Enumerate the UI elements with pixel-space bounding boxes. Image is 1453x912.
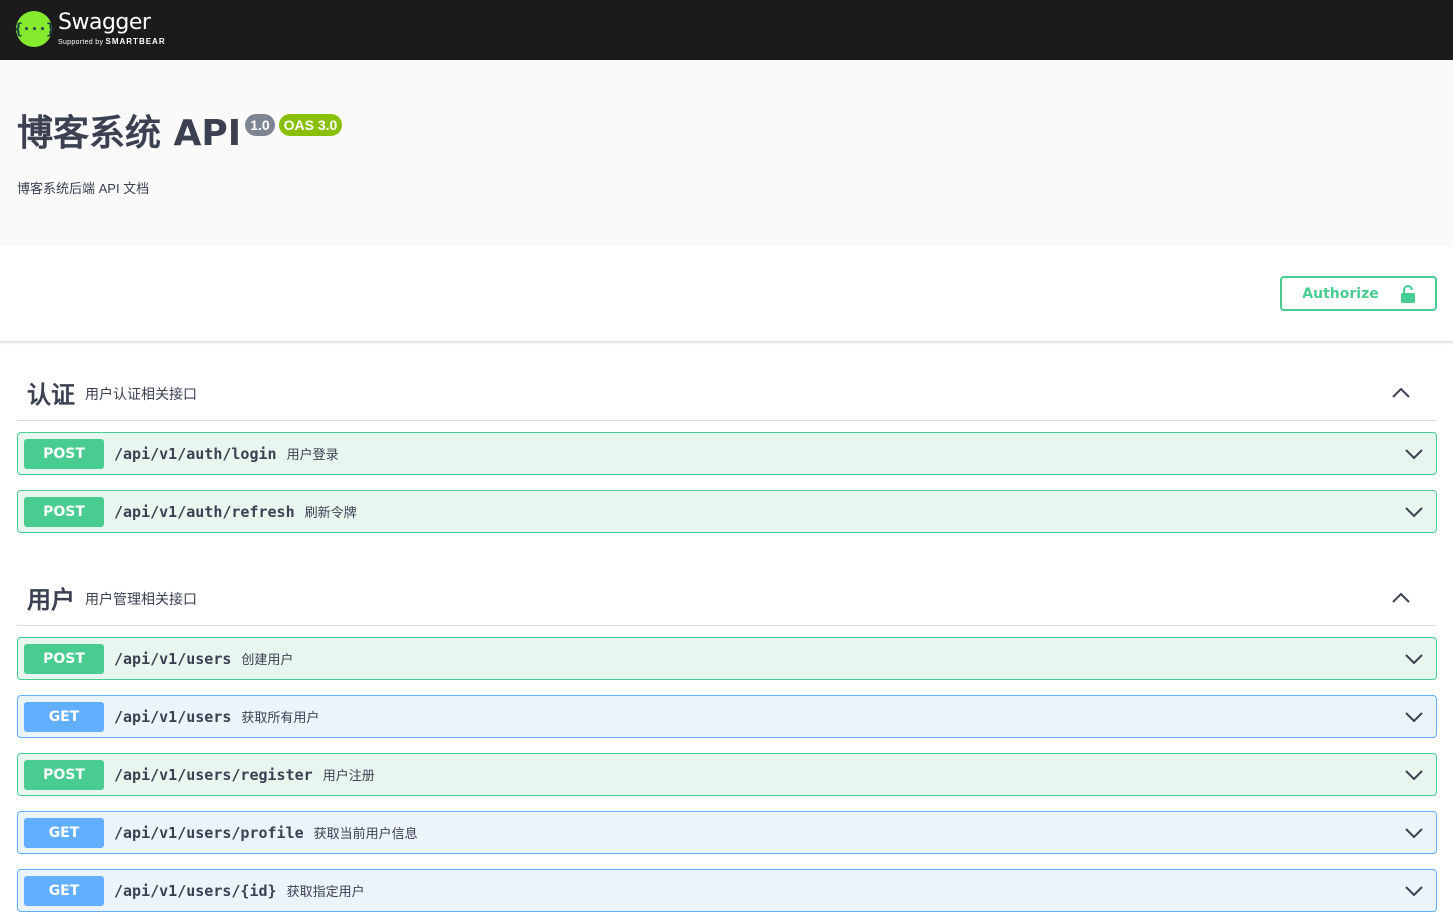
operation-summary: 获取所有用户 — [241, 710, 320, 725]
operation-row[interactable]: POST/api/v1/auth/login 用户登录 — [17, 432, 1437, 475]
method-badge: POST — [24, 496, 104, 527]
operation-summary: 获取指定用户 — [286, 884, 365, 899]
operation-path: /api/v1/users/register — [114, 765, 313, 784]
api-description: 博客系统后端 API 文档 — [17, 181, 150, 196]
operation-summary: 用户注册 — [322, 768, 375, 783]
operation-path: /api/v1/auth/refresh — [114, 502, 295, 521]
chevron-down-icon[interactable] — [1404, 649, 1424, 669]
operation-path: /api/v1/auth/login — [114, 444, 277, 463]
tag-name: 认证 — [27, 381, 75, 409]
method-badge: GET — [24, 875, 104, 906]
operation-row[interactable]: POST/api/v1/users/register 用户注册 — [17, 753, 1437, 796]
operation-path: /api/v1/users/profile — [114, 823, 304, 842]
tag-section: 认证 用户认证相关接口 POST/api/v1/auth/login 用户登录 POST… — [17, 365, 1437, 533]
operation-summary: 用户登录 — [286, 447, 339, 462]
operation-row[interactable]: POST/api/v1/auth/refresh 刷新令牌 — [17, 490, 1437, 533]
swagger-logo[interactable]: {···} Swagger Supported by SMARTBEAR — [14, 9, 166, 48]
tag-description: 用户管理相关接口 — [85, 590, 197, 607]
method-badge: POST — [24, 438, 104, 469]
chevron-down-icon[interactable] — [1404, 765, 1424, 785]
operation-summary: 获取当前用户信息 — [313, 826, 418, 841]
tag-description: 用户认证相关接口 — [85, 385, 197, 402]
operation-summary: 创建用户 — [241, 652, 294, 667]
chevron-down-icon[interactable] — [1404, 502, 1424, 522]
chevron-down-icon[interactable] — [1404, 707, 1424, 727]
scheme-container: Authorize — [0, 246, 1453, 342]
operation-summary: 刷新令牌 — [304, 505, 357, 520]
api-info: 博客系统 API 1.0 OAS 3.0 博客系统后端 API 文档 — [0, 60, 1453, 246]
logo-supported-by: Supported by SMARTBEAR — [58, 36, 166, 46]
method-badge: POST — [24, 643, 104, 674]
authorize-label: Authorize — [1302, 285, 1379, 302]
chevron-down-icon[interactable] — [1404, 823, 1424, 843]
oas-badge: OAS 3.0 — [278, 114, 343, 136]
tag-section: 用户 用户管理相关接口 POST/api/v1/users 创建用户 GET/api/v… — [17, 570, 1437, 912]
version-badge: 1.0 — [245, 114, 275, 136]
operation-path: /api/v1/users — [114, 707, 232, 726]
method-badge: POST — [24, 759, 104, 790]
unlocked-lock-icon — [1400, 284, 1415, 303]
swagger-logo-icon: {···} — [14, 11, 55, 47]
chevron-up-icon[interactable] — [1391, 588, 1411, 608]
operation-row[interactable]: POST/api/v1/users 创建用户 — [17, 637, 1437, 680]
operation-row[interactable]: GET/api/v1/users/profile 获取当前用户信息 — [17, 811, 1437, 854]
operation-path: /api/v1/users — [114, 649, 232, 668]
chevron-up-icon[interactable] — [1391, 383, 1411, 403]
operation-row[interactable]: GET/api/v1/users/{id} 获取指定用户 — [17, 869, 1437, 912]
authorize-button[interactable]: Authorize — [1280, 276, 1437, 311]
operation-row[interactable]: GET/api/v1/users 获取所有用户 — [17, 695, 1437, 738]
operation-path: /api/v1/users/{id} — [114, 881, 277, 900]
chevron-down-icon[interactable] — [1404, 881, 1424, 901]
tag-name: 用户 — [27, 586, 75, 614]
logo-name: Swagger — [58, 9, 151, 35]
tag-header[interactable]: 用户 用户管理相关接口 — [17, 570, 1437, 626]
api-title: 博客系统 API — [17, 113, 242, 154]
chevron-down-icon[interactable] — [1404, 444, 1424, 464]
top-bar: {···} Swagger Supported by SMARTBEAR — [0, 0, 1453, 60]
method-badge: GET — [24, 817, 104, 848]
tag-header[interactable]: 认证 用户认证相关接口 — [17, 365, 1437, 421]
method-badge: GET — [24, 701, 104, 732]
